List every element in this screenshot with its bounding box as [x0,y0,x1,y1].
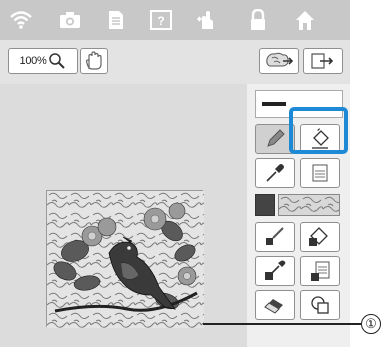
pencil-icon [264,128,286,150]
home-icon[interactable] [290,6,320,34]
drawing-canvas[interactable] [0,84,247,347]
select-shape-button[interactable] [300,290,340,320]
import-button[interactable] [259,48,299,74]
line-color-fill-button[interactable] [255,222,295,252]
stippling-pattern-swatch[interactable] [278,194,340,216]
callout-leader-line [203,323,361,325]
selected-tool-highlight [289,107,348,154]
zoom-magnifier-icon [48,52,66,70]
status-bar: ? [0,0,350,40]
document-icon[interactable] [101,6,131,34]
hand-pan-icon [85,51,103,71]
document-lines-icon [311,163,329,183]
svg-text:?: ? [157,14,164,28]
camera-icon[interactable] [55,6,85,34]
area-fill-button[interactable] [300,222,340,252]
fill-eyedropper-button[interactable] [300,158,340,188]
document-fill-icon [309,260,331,282]
hand-arrow-icon[interactable] [192,6,222,34]
area-bucket-icon [308,226,332,248]
area-eyedropper-button[interactable] [300,256,340,286]
brush-fill-icon [263,226,287,248]
lock-icon[interactable] [243,6,273,34]
eraser-button[interactable] [255,290,295,320]
eyedropper-icon [264,162,286,184]
line-color-eyedropper-button[interactable] [255,256,295,286]
shape-select-icon [309,294,331,316]
color-eyedropper-icon [263,260,287,282]
tool-panel [247,84,350,347]
pan-button[interactable] [80,48,108,74]
wifi-icon[interactable] [6,6,36,34]
help-icon[interactable]: ? [146,6,176,34]
zoom-button[interactable]: 100% [8,48,78,74]
line-color-swatch[interactable] [255,194,275,216]
line-eyedropper-button[interactable] [255,158,295,188]
eraser-icon [263,295,287,315]
toolbar: 100% [0,40,350,84]
zoom-level: 100% [19,55,47,67]
embroidery-design [46,190,204,328]
import-icon [265,51,293,71]
export-button[interactable] [303,48,343,74]
export-icon [310,52,336,70]
callout-number: ① [361,314,381,334]
